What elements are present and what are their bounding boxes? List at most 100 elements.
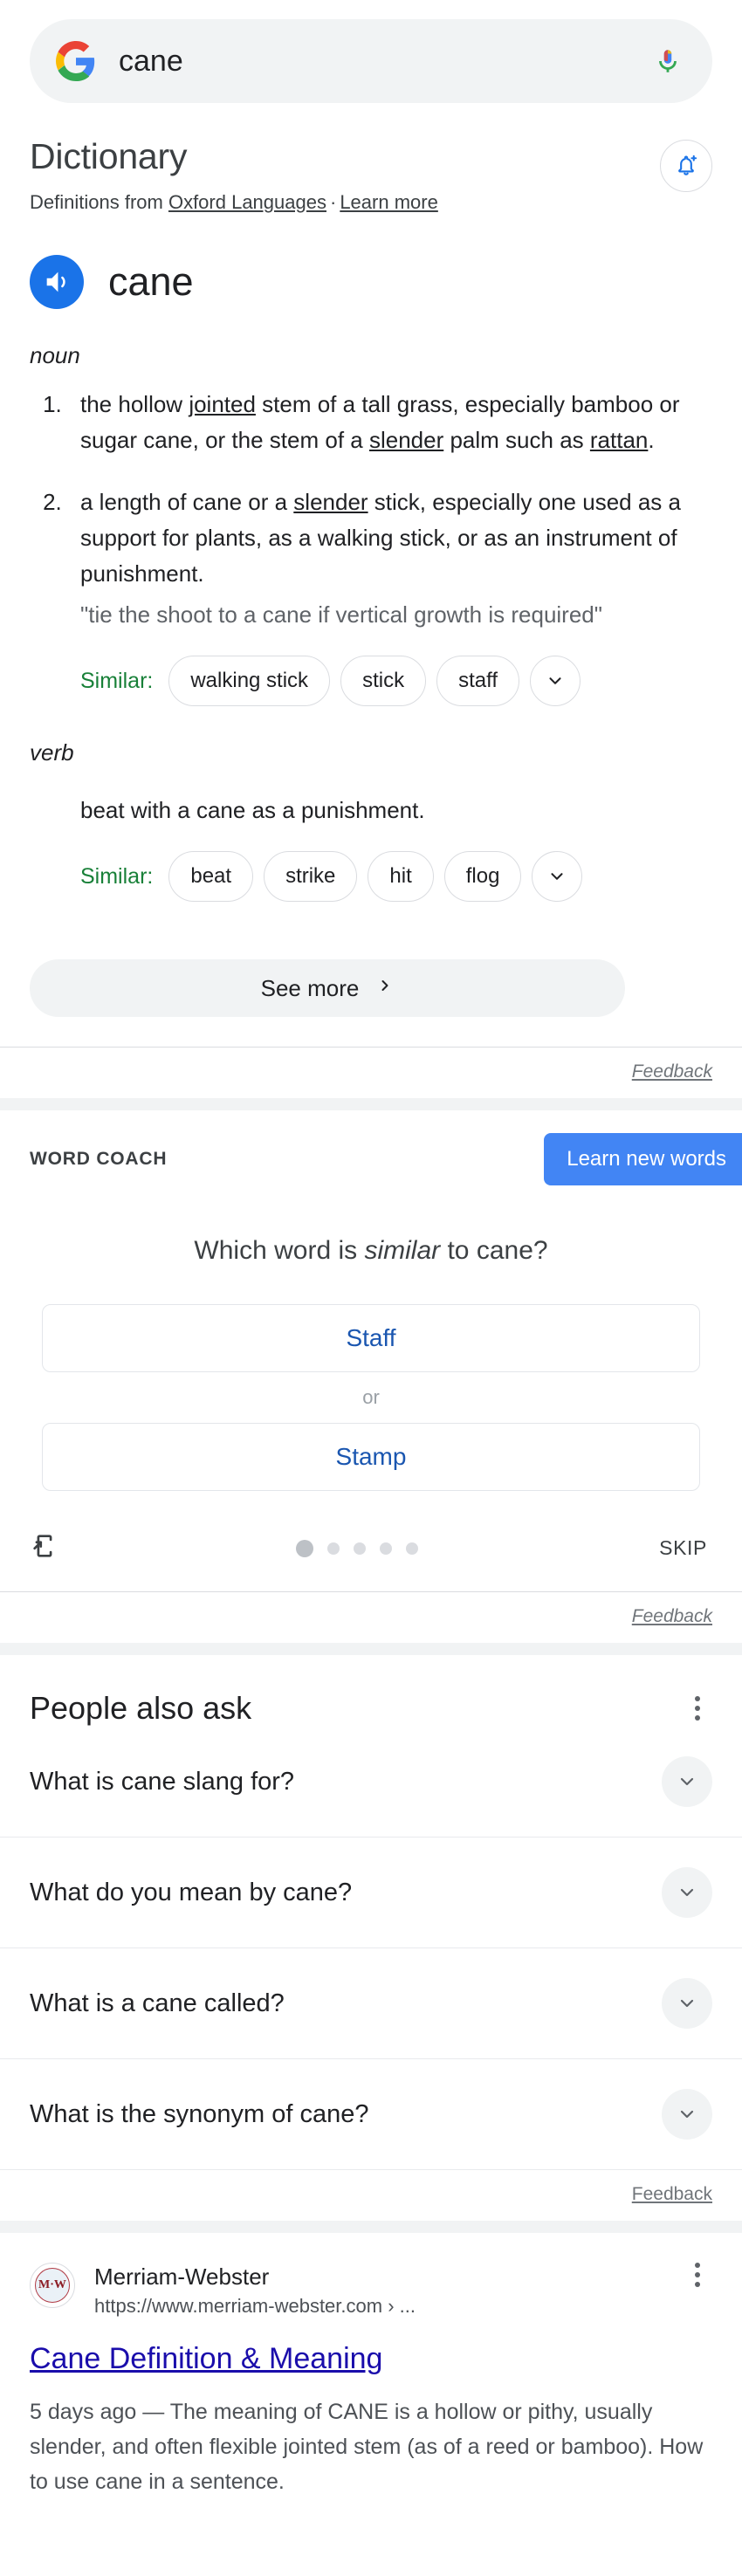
chevron-down-icon[interactable] [662,1978,712,2030]
similar-chip[interactable]: strike [264,851,358,903]
chevron-right-icon [376,976,394,1000]
similar-chip[interactable]: stick [340,656,427,707]
paa-question-text: What is a cane called? [30,1989,285,2017]
people-also-ask-header: People also ask [0,1655,742,1727]
search-bar[interactable] [30,19,712,103]
part-of-speech-noun: noun [30,341,80,368]
word-coach-header: WORD COACH Learn new words [0,1110,742,1186]
learn-more-link[interactable]: Learn more [340,191,438,213]
definition-item: a length of cane or a slender stick, esp… [68,484,712,633]
merriam-webster-favicon-icon: M·W [30,2263,75,2309]
skip-button[interactable]: SKIP [654,1535,712,1561]
paa-question-text: What is the synonym of cane? [30,2099,369,2128]
dictionary-feedback-row: Feedback [0,1048,742,1098]
section-gap [0,1643,742,1656]
similar-chip[interactable]: staff [436,656,519,707]
progress-dot-active[interactable] [295,1539,313,1557]
word-coach-title: WORD COACH [30,1149,168,1170]
paa-question-text: What do you mean by cane? [30,1878,353,1906]
progress-dot[interactable] [326,1542,340,1555]
word-coach-question: Which word is similar to cane? [0,1185,742,1266]
question-prefix: Which word is [194,1236,365,1266]
search-results-page: Dictionary Definitions from Oxford Langu… [0,0,742,2518]
search-input[interactable] [96,42,653,80]
similar-chip[interactable]: walking stick [168,656,331,707]
people-also-ask-title: People also ask [30,1690,252,1727]
progress-dot[interactable] [379,1542,392,1555]
definition-item: the hollow jointed stem of a tall grass,… [68,387,712,458]
people-also-ask-card: People also ask What is cane slang for? … [0,1655,742,2222]
word-coach-feedback-row: Feedback [0,1592,742,1643]
word-coach-option-2[interactable]: Stamp [42,1423,700,1492]
speaker-icon[interactable] [30,254,84,309]
word-coach-footer: SKIP [0,1491,742,1591]
attribution-separator: · [329,191,337,214]
result-site-name: Merriam-Webster [94,2263,270,2291]
dictionary-header-text: Dictionary Definitions from Oxford Langu… [30,136,438,216]
bell-add-icon[interactable] [660,140,712,192]
noun-definition-list: the hollow jointed stem of a tall grass,… [0,387,742,633]
dictionary-card: Dictionary Definitions from Oxford Langu… [0,103,742,1099]
search-result-merriam-webster: M·W Merriam-Webster https://www.merriam-… [0,2233,742,2518]
question-suffix: to cane? [440,1236,548,1266]
progress-dot[interactable] [405,1542,418,1555]
paa-question-row[interactable]: What do you mean by cane? [0,1838,742,1949]
dictionary-header: Dictionary Definitions from Oxford Langu… [0,103,742,216]
similar-label: Similar: [80,668,154,693]
chevron-down-icon[interactable] [662,1756,712,1808]
verb-definition-text: beat with a cane as a punishment. [80,797,425,824]
definitions-from-label: Definitions from [30,191,168,214]
definition-example: "tie the shoot to a cane if vertical gro… [80,601,602,629]
chevron-down-icon[interactable] [662,1867,712,1919]
feedback-link[interactable]: Feedback [632,2184,712,2205]
headword: cane [108,258,194,304]
share-to-phone-icon[interactable] [30,1531,59,1565]
similar-chip[interactable]: beat [168,851,254,903]
feedback-link[interactable]: Feedback [632,1606,712,1627]
similar-label: Similar: [80,863,154,889]
progress-dots [295,1539,418,1557]
feedback-link[interactable]: Feedback [632,1061,712,1082]
result-site-block: Merriam-Webster https://www.merriam-webs… [94,2263,683,2318]
paa-question-text: What is cane slang for? [30,1767,295,1796]
progress-dot[interactable] [353,1542,366,1555]
word-coach-options: Staff or Stamp [0,1266,742,1492]
noun-similar-row: Similar: walking stick stick staff [0,633,742,707]
kebab-menu-icon[interactable] [683,1696,712,1721]
result-url: https://www.merriam-webster.com › ... [94,2294,416,2317]
section-gap [0,1098,742,1111]
result-snippet: 5 days ago — The meaning of CANE is a ho… [30,2400,704,2495]
verb-similar-row: Similar: beat strike hit flog [0,828,742,903]
word-coach-or-label: or [362,1386,380,1409]
paa-question-row[interactable]: What is a cane called? [0,1948,742,2060]
dictionary-title: Dictionary [30,136,188,176]
dictionary-attribution: Definitions from Oxford Languages · Learn … [30,189,438,216]
similar-chip[interactable]: flog [443,851,522,903]
favicon-text: M·W [35,2268,70,2304]
chevron-down-icon[interactable] [532,851,583,903]
definition-text: the hollow jointed stem of a tall grass,… [80,390,680,454]
similar-chip[interactable]: hit [368,851,434,903]
chevron-down-icon[interactable] [529,656,581,707]
paa-question-row[interactable]: What is cane slang for? [0,1727,742,1838]
kebab-menu-icon[interactable] [683,2263,712,2288]
definition-text: a length of cane or a slender stick, esp… [80,489,681,587]
google-g-logo-icon [56,41,96,81]
see-more-container: See more [0,902,742,1047]
learn-new-words-button[interactable]: Learn new words [544,1133,742,1186]
microphone-icon[interactable] [653,41,683,81]
see-more-label: See more [260,974,360,1001]
paa-question-row[interactable]: What is the synonym of cane? [0,2059,742,2171]
search-bar-container [0,0,742,103]
result-header: M·W Merriam-Webster https://www.merriam-… [30,2263,712,2318]
word-coach-option-1[interactable]: Staff [42,1304,700,1373]
word-coach-card: WORD COACH Learn new words Which word is… [0,1110,742,1644]
part-of-speech-verb: verb [30,739,74,766]
see-more-button[interactable]: See more [30,959,625,1018]
chevron-down-icon[interactable] [662,2089,712,2140]
section-gap [0,2221,742,2234]
question-emphasis: similar [364,1236,441,1266]
result-title-link[interactable]: Cane Definition & Meaning [30,2340,712,2378]
oxford-languages-link[interactable]: Oxford Languages [168,191,326,213]
headword-row: cane [0,216,742,309]
